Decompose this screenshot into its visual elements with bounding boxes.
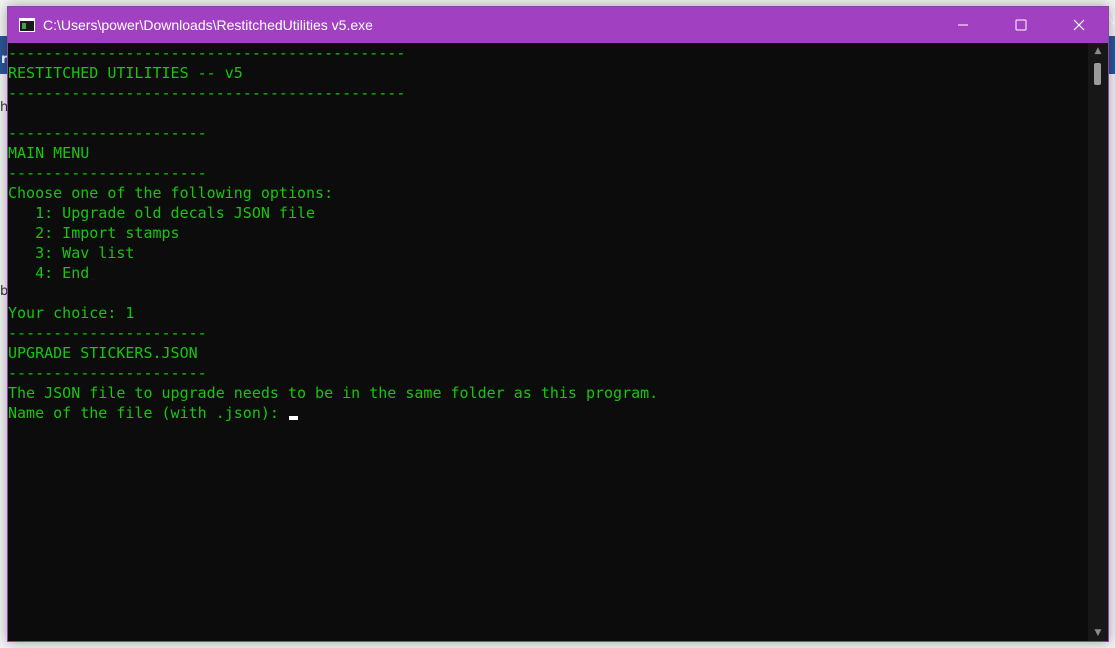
scrollbar-thumb[interactable] — [1094, 63, 1101, 85]
console-line: 4: End — [8, 264, 90, 282]
console-line: 1: Upgrade old decals JSON file — [8, 204, 316, 222]
console-app-icon[interactable] — [19, 18, 35, 32]
console-prompt-line[interactable]: Name of the file (with .json): — [8, 403, 1088, 423]
console-line: ---------------------- — [8, 164, 207, 182]
close-icon — [1073, 19, 1085, 31]
vertical-scrollbar[interactable]: ▲ ▼ — [1088, 43, 1108, 641]
console-line: ----------------------------------------… — [8, 84, 406, 102]
console-line: Choose one of the following options: — [8, 184, 334, 202]
minimize-icon — [958, 24, 968, 26]
console-line: ---------------------- — [8, 324, 207, 342]
console-line: ---------------------- — [8, 364, 207, 382]
console-window: C:\Users\power\Downloads\RestitchedUtili… — [7, 6, 1109, 642]
console-line: MAIN MENU — [8, 144, 90, 162]
console-line: The JSON file to upgrade needs to be in … — [8, 384, 659, 402]
window-title: C:\Users\power\Downloads\RestitchedUtili… — [43, 17, 373, 33]
scroll-up-arrow-icon[interactable]: ▲ — [1088, 43, 1108, 59]
text-cursor — [288, 416, 298, 420]
maximize-icon — [1015, 19, 1027, 31]
console-output[interactable]: ---------------------- ------------------… — [8, 43, 1088, 641]
console-line: Your choice: 1 — [8, 304, 135, 322]
title-bar[interactable]: C:\Users\power\Downloads\RestitchedUtili… — [8, 7, 1108, 43]
console-line: 3: Wav list — [8, 244, 135, 262]
maximize-button[interactable] — [992, 7, 1050, 43]
console-prompt: Name of the file (with .json): — [8, 404, 288, 422]
scroll-down-arrow-icon[interactable]: ▼ — [1088, 625, 1108, 641]
console-line: UPGRADE STICKERS.JSON — [8, 344, 198, 362]
console-line: 2: Import stamps — [8, 224, 180, 242]
minimize-button[interactable] — [934, 7, 992, 43]
console-line: ----------------------------------------… — [8, 44, 406, 62]
console-line: ---------------------- — [8, 124, 207, 142]
close-button[interactable] — [1050, 7, 1108, 43]
console-line: RESTITCHED UTILITIES -- v5 — [8, 64, 243, 82]
